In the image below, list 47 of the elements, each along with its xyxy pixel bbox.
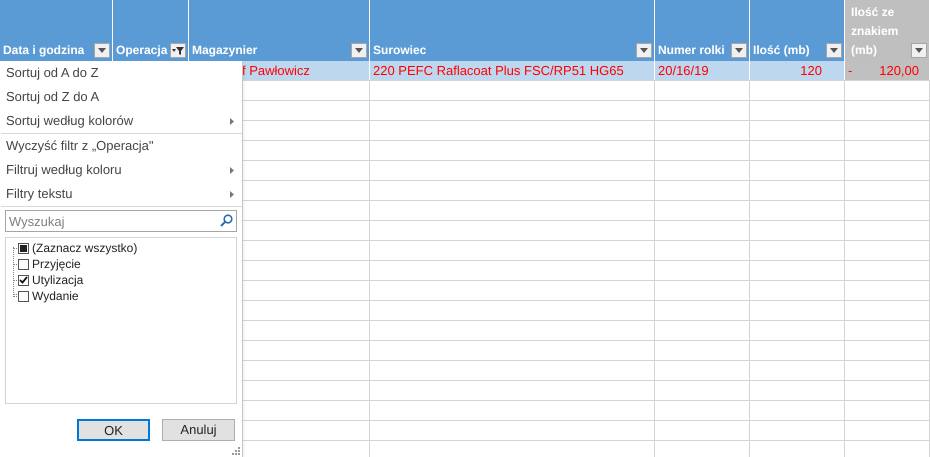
dropdown-button[interactable] (351, 43, 367, 58)
sign-text: - (848, 62, 852, 80)
caret-icon (735, 48, 743, 53)
filter-applied-button[interactable] (170, 43, 186, 58)
checkbox[interactable] (18, 290, 29, 302)
value-label: Wydanie (32, 288, 79, 305)
table-cell: 20/16/19 (655, 61, 750, 80)
table-cell-text: 120,00 (879, 62, 919, 80)
caret-icon (640, 48, 648, 53)
dropdown-button[interactable] (94, 43, 110, 58)
value-label: (Zaznacz wszystko) (32, 240, 138, 257)
menu-item[interactable]: Sortuj według kolorów (0, 109, 242, 133)
menu-item[interactable]: Sortuj od Z do A (0, 85, 242, 109)
header-label: Data i godzina (3, 42, 84, 59)
funnel-icon (172, 46, 184, 56)
value-label: Przyjęcie (32, 256, 81, 273)
header-label: Numer rolki (658, 42, 725, 59)
checkbox[interactable] (18, 242, 29, 254)
menu-item[interactable]: Filtruj według koloru (0, 158, 242, 182)
submenu-arrow-icon (230, 118, 234, 124)
header-label: Ilość ze znakiem (mb) (851, 4, 900, 59)
value-label: Utylizacja (32, 272, 84, 289)
cancel-button[interactable]: Anuluj (162, 419, 235, 441)
header-label: Ilość (mb) (753, 42, 810, 59)
header-label: Magazynier (192, 42, 258, 59)
checkbox[interactable] (18, 258, 29, 270)
caret-icon (355, 48, 363, 53)
dropdown-button[interactable] (636, 43, 652, 58)
dropdown-button[interactable] (911, 43, 927, 58)
submenu-arrow-icon (230, 166, 234, 174)
caret-icon (98, 48, 106, 53)
dropdown-button[interactable] (826, 43, 842, 58)
submenu-arrow-icon (230, 190, 234, 198)
menu-item[interactable]: Filtry tekstu (0, 182, 242, 206)
ok-button[interactable]: OK (77, 419, 150, 441)
checkbox[interactable] (18, 274, 29, 286)
dropdown-button[interactable] (731, 43, 747, 58)
header-label: Operacja (116, 42, 168, 59)
menu-item[interactable]: Wyczyść filtr z „Operacja" (0, 134, 242, 158)
search-icon (220, 214, 233, 227)
table-cell: 220 PEFC Raflacoat Plus FSC/RP51 HG65 (370, 61, 655, 80)
header-label: Surowiec (373, 42, 426, 59)
resize-grip-icon[interactable] (232, 447, 240, 455)
table-cell: 120 (750, 61, 845, 80)
search-field[interactable]: Wyszukaj (5, 210, 237, 232)
caret-icon (915, 48, 923, 53)
caret-icon (830, 48, 838, 53)
